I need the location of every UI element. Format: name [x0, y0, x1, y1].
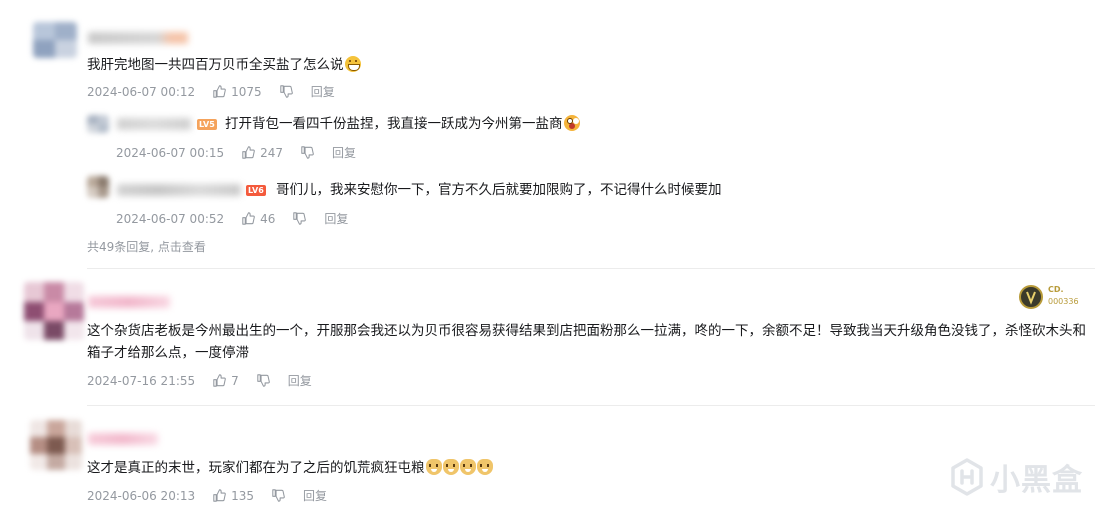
view-more-link[interactable]: 点击查看: [158, 240, 206, 254]
timestamp: 2024-06-07 00:15: [116, 145, 225, 160]
reply-text-content: 哥们儿，我来安慰你一下，官方不久后就要加限购了，不记得什么时候要加: [276, 182, 722, 198]
reply-meta: 2024-06-07 00:52 46 回复: [116, 210, 348, 227]
like-button[interactable]: 1075: [213, 85, 262, 99]
dog-emoji-icon: [476, 459, 493, 475]
thumb-up-icon: [242, 212, 255, 225]
view-more-replies[interactable]: 共49条回复, 点击查看: [87, 238, 206, 255]
reply-text-content: 打开背包一看四千份盐捏，我直接一跃成为今州第一盐商: [225, 116, 563, 132]
dislike-button[interactable]: [257, 374, 270, 387]
thumb-up-icon: [213, 489, 226, 502]
username-blurred[interactable]: [117, 184, 241, 196]
thumb-down-icon: [279, 85, 293, 98]
username-blurred[interactable]: [88, 433, 158, 445]
reply-button[interactable]: 回复: [303, 487, 327, 504]
like-button[interactable]: 7: [213, 374, 239, 388]
dislike-button[interactable]: [293, 212, 307, 225]
comment-text: 我肝完地图一共四百万贝币全买盐了怎么说: [87, 54, 361, 76]
thumb-down-icon: [257, 374, 270, 387]
medal-icon: [1019, 285, 1043, 309]
reply-button[interactable]: 回复: [324, 210, 348, 227]
timestamp: 2024-06-07 00:12: [87, 84, 196, 99]
thumb-down-icon: [293, 212, 307, 225]
like-count: 46: [260, 211, 276, 226]
watermark: 小黑盒: [950, 455, 1083, 499]
thumb-up-icon: [213, 374, 226, 387]
comment-meta: 2024-06-06 20:13 135 回复: [87, 487, 327, 504]
avatar[interactable]: [33, 22, 77, 58]
comment-text: 这才是真正的末世，玩家们都在为了之后的饥荒疯狂屯粮: [87, 457, 493, 479]
dog-emoji-icon: [442, 459, 459, 475]
level-badge: LV5: [197, 119, 217, 130]
avatar[interactable]: [30, 420, 82, 470]
comment-meta: 2024-07-16 21:55 7 回复: [87, 372, 312, 389]
medal-label: CD.: [1048, 285, 1064, 294]
shock-emoji-icon: [563, 115, 580, 131]
timestamp: 2024-06-07 00:52: [116, 211, 225, 226]
dislike-button[interactable]: [301, 146, 314, 159]
dog-emoji-icon: [425, 459, 442, 475]
like-count: 247: [260, 145, 284, 160]
username-blurred[interactable]: [88, 32, 188, 44]
timestamp: 2024-07-16 21:55: [87, 373, 196, 388]
heybox-logo-icon: [951, 458, 983, 496]
dislike-button[interactable]: [279, 85, 293, 98]
watermark-text: 小黑盒: [990, 463, 1083, 498]
like-count: 135: [231, 488, 255, 503]
comment-text-content: 这才是真正的末世，玩家们都在为了之后的饥荒疯狂屯粮: [87, 460, 425, 476]
dog-emoji-icon: [459, 459, 476, 475]
comment-meta: 2024-06-07 00:12 1075 回复: [87, 83, 335, 100]
grin-emoji-icon: [344, 56, 361, 72]
like-button[interactable]: 135: [213, 489, 254, 503]
like-button[interactable]: 247: [242, 146, 283, 160]
username-blurred[interactable]: [117, 118, 191, 130]
fan-medal: CD. 000336: [1018, 284, 1090, 310]
avatar[interactable]: [87, 115, 109, 133]
username-blurred[interactable]: [88, 296, 170, 308]
thumb-down-icon: [272, 489, 285, 502]
reply-text: 哥们儿，我来安慰你一下，官方不久后就要加限购了，不记得什么时候要加: [276, 179, 722, 201]
thumb-up-icon: [242, 146, 255, 159]
like-count: 7: [231, 373, 239, 388]
thumb-down-icon: [301, 146, 314, 159]
avatar[interactable]: [87, 176, 109, 198]
reply-button[interactable]: 回复: [311, 83, 335, 100]
reply-meta: 2024-06-07 00:15 247 回复: [116, 144, 356, 161]
reply-count-text: 共49条回复,: [87, 240, 158, 254]
comment-text: 这个杂货店老板是今州最出生的一个，开服那会我还以为贝币很容易获得结果到店把面粉那…: [87, 323, 1086, 361]
like-button[interactable]: 46: [242, 212, 275, 226]
comment-divider: [87, 268, 1095, 269]
thumb-up-icon: [213, 85, 226, 98]
reply-text: 打开背包一看四千份盐捏，我直接一跃成为今州第一盐商: [225, 113, 580, 135]
comment-divider: [87, 405, 1095, 406]
reply-button[interactable]: 回复: [288, 372, 312, 389]
reply-button[interactable]: 回复: [332, 144, 356, 161]
level-badge: LV6: [246, 185, 266, 196]
medal-number: 000336: [1048, 297, 1079, 306]
dislike-button[interactable]: [272, 489, 285, 502]
like-count: 1075: [231, 84, 262, 99]
timestamp: 2024-06-06 20:13: [87, 488, 196, 503]
comment-text-content: 我肝完地图一共四百万贝币全买盐了怎么说: [87, 57, 344, 73]
avatar[interactable]: [24, 282, 84, 340]
